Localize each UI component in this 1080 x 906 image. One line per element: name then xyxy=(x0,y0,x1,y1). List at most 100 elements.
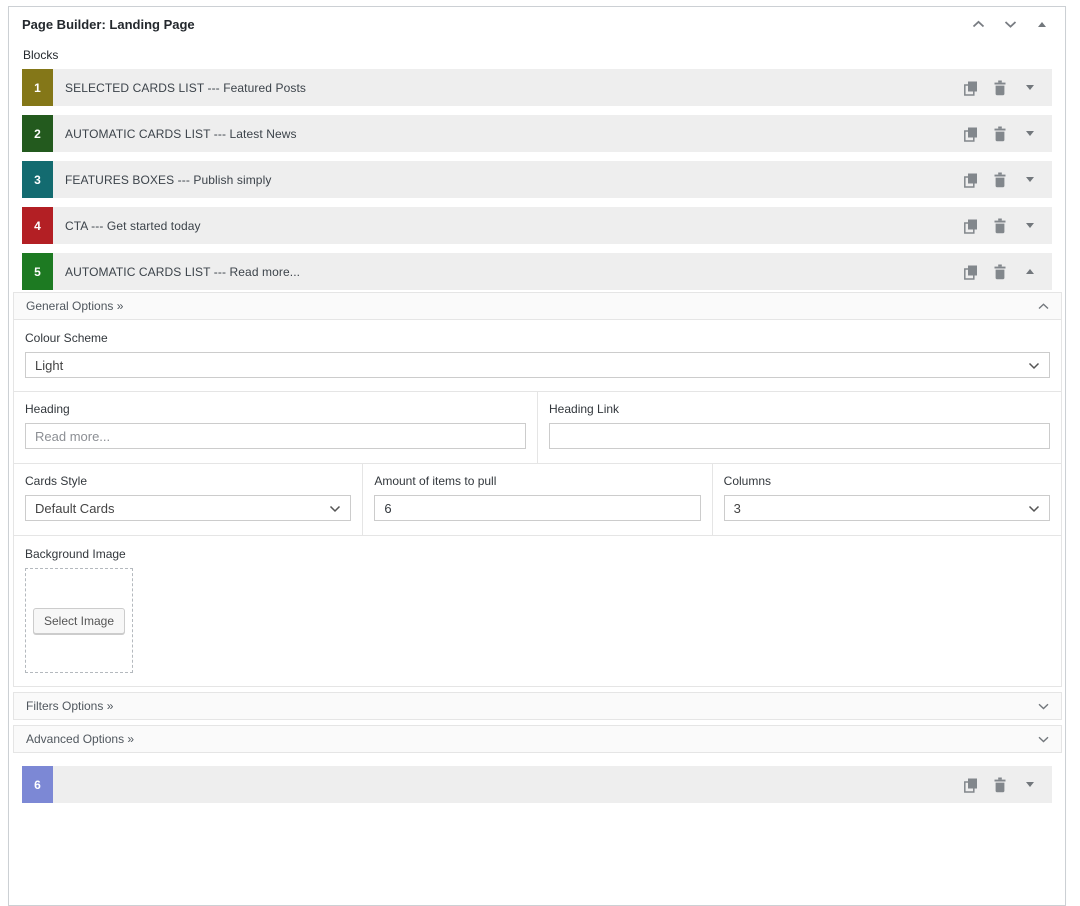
duplicate-block-button[interactable] xyxy=(962,218,978,234)
colour-scheme-select[interactable]: Light xyxy=(25,352,1050,378)
delete-block-button[interactable] xyxy=(992,172,1008,188)
duplicate-block-button[interactable] xyxy=(962,777,978,793)
copy-icon xyxy=(963,777,978,793)
heading-link-label: Heading Link xyxy=(549,402,1050,416)
triangle-icon xyxy=(1026,782,1034,787)
triangle-icon xyxy=(1026,269,1034,274)
copy-icon xyxy=(963,218,978,234)
columns-select[interactable]: 3 xyxy=(724,495,1050,521)
chevron-up-icon xyxy=(1038,303,1049,310)
delete-block-button[interactable] xyxy=(992,777,1008,793)
chevron-down-icon xyxy=(1004,20,1017,29)
trash-icon xyxy=(993,172,1007,188)
toggle-block-button[interactable] xyxy=(1022,264,1038,280)
duplicate-block-button[interactable] xyxy=(962,172,978,188)
triangle-icon xyxy=(1026,131,1034,136)
page-title: Page Builder: Landing Page xyxy=(22,17,195,32)
heading-row: Heading Heading Link xyxy=(14,391,1061,463)
triangle-up-icon xyxy=(1038,22,1046,27)
advanced-options-toggle[interactable]: Advanced Options » xyxy=(13,725,1062,753)
amount-label: Amount of items to pull xyxy=(374,474,700,488)
trash-icon xyxy=(993,218,1007,234)
blocks-list-bottom: 6 xyxy=(22,766,1052,803)
cards-style-value: Default Cards xyxy=(35,501,114,516)
amount-input[interactable] xyxy=(374,495,700,521)
chevron-down-icon xyxy=(1028,362,1040,370)
cards-style-label: Cards Style xyxy=(25,474,351,488)
background-image-dropzone: Select Image xyxy=(25,568,133,673)
block-actions xyxy=(962,172,1052,188)
copy-icon xyxy=(963,80,978,96)
delete-block-button[interactable] xyxy=(992,264,1008,280)
block-number: 3 xyxy=(22,161,53,198)
trash-icon xyxy=(993,264,1007,280)
toggle-block-button[interactable] xyxy=(1022,777,1038,793)
heading-field: Heading xyxy=(14,392,537,463)
duplicate-block-button[interactable] xyxy=(962,264,978,280)
delete-block-button[interactable] xyxy=(992,80,1008,96)
cards-options-row: Cards Style Default Cards Amount of item… xyxy=(14,463,1061,535)
block-title: FEATURES BOXES --- Publish simply xyxy=(65,173,271,187)
block-row[interactable]: 5 AUTOMATIC CARDS LIST --- Read more... xyxy=(22,253,1052,290)
chevron-down-icon xyxy=(1028,505,1040,513)
block-number: 6 xyxy=(22,766,53,803)
columns-value: 3 xyxy=(734,501,741,516)
delete-block-button[interactable] xyxy=(992,126,1008,142)
blocks-section-label: Blocks xyxy=(23,48,1052,62)
cards-style-field: Cards Style Default Cards xyxy=(14,464,362,535)
block-actions xyxy=(962,126,1052,142)
general-options-toggle[interactable]: General Options » xyxy=(13,292,1062,320)
metabox-controls xyxy=(967,15,1053,33)
chevron-down-icon xyxy=(1038,736,1049,743)
filters-options-label: Filters Options » xyxy=(26,699,113,713)
heading-label: Heading xyxy=(25,402,526,416)
metabox-header[interactable]: Page Builder: Landing Page xyxy=(9,7,1065,39)
triangle-icon xyxy=(1026,85,1034,90)
heading-input[interactable] xyxy=(25,423,526,449)
block-row[interactable]: 4 CTA --- Get started today xyxy=(22,207,1052,244)
duplicate-block-button[interactable] xyxy=(962,126,978,142)
colour-scheme-label: Colour Scheme xyxy=(25,331,1050,345)
heading-link-input[interactable] xyxy=(549,423,1050,449)
block-row[interactable]: 3 FEATURES BOXES --- Publish simply xyxy=(22,161,1052,198)
block-title: SELECTED CARDS LIST --- Featured Posts xyxy=(65,81,306,95)
background-image-field: Background Image Select Image xyxy=(14,535,1061,686)
columns-field: Columns 3 xyxy=(712,464,1061,535)
move-down-button[interactable] xyxy=(999,15,1021,33)
general-options-fields: Colour Scheme Light Heading xyxy=(13,320,1062,687)
heading-link-field: Heading Link xyxy=(537,392,1061,463)
block-title: AUTOMATIC CARDS LIST --- Latest News xyxy=(65,127,297,141)
block-row[interactable]: 2 AUTOMATIC CARDS LIST --- Latest News xyxy=(22,115,1052,152)
colour-scheme-value: Light xyxy=(35,358,63,373)
advanced-options-label: Advanced Options » xyxy=(26,732,134,746)
copy-icon xyxy=(963,172,978,188)
duplicate-block-button[interactable] xyxy=(962,80,978,96)
columns-label: Columns xyxy=(724,474,1050,488)
page-builder-metabox: Page Builder: Landing Page Blocks 1 SELE… xyxy=(8,6,1066,906)
trash-icon xyxy=(993,80,1007,96)
move-up-button[interactable] xyxy=(967,15,989,33)
block-number: 2 xyxy=(22,115,53,152)
delete-block-button[interactable] xyxy=(992,218,1008,234)
blocks-list-top: 1 SELECTED CARDS LIST --- Featured Posts xyxy=(22,69,1052,290)
toggle-block-button[interactable] xyxy=(1022,172,1038,188)
block-row[interactable]: 1 SELECTED CARDS LIST --- Featured Posts xyxy=(22,69,1052,106)
toggle-block-button[interactable] xyxy=(1022,80,1038,96)
trash-icon xyxy=(993,126,1007,142)
cards-style-select[interactable]: Default Cards xyxy=(25,495,351,521)
filters-options-toggle[interactable]: Filters Options » xyxy=(13,692,1062,720)
chevron-down-icon xyxy=(329,505,341,513)
select-image-button[interactable]: Select Image xyxy=(33,608,125,634)
collapse-metabox-button[interactable] xyxy=(1031,15,1053,33)
toggle-block-button[interactable] xyxy=(1022,218,1038,234)
block-actions xyxy=(962,218,1052,234)
metabox-body: Blocks 1 SELECTED CARDS LIST --- Feature… xyxy=(9,48,1065,803)
copy-icon xyxy=(963,126,978,142)
background-image-label: Background Image xyxy=(25,547,1050,561)
colour-scheme-field: Colour Scheme Light xyxy=(14,320,1061,391)
block-row[interactable]: 6 xyxy=(22,766,1052,803)
block-actions xyxy=(962,80,1052,96)
copy-icon xyxy=(963,264,978,280)
toggle-block-button[interactable] xyxy=(1022,126,1038,142)
amount-field: Amount of items to pull xyxy=(362,464,711,535)
